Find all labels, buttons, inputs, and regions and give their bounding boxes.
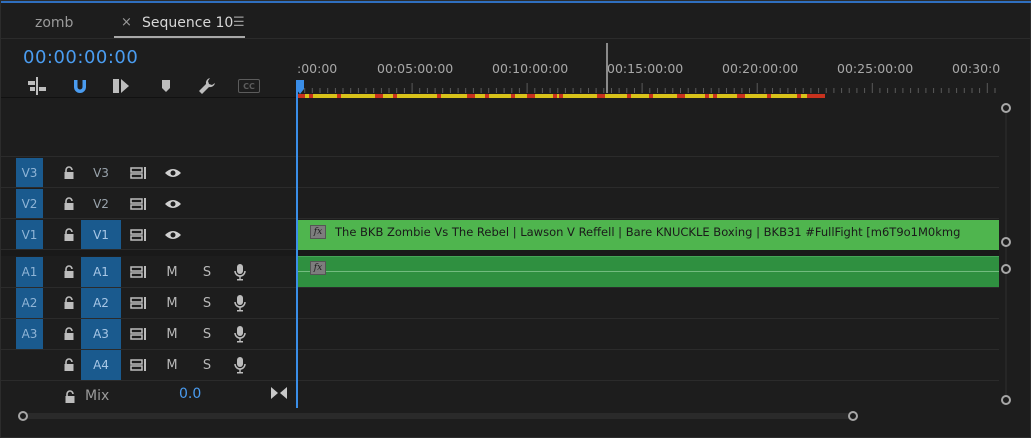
track-v2: V2 V2 [1,189,999,219]
sync-lock-icon[interactable] [129,257,149,287]
target-track-a4[interactable]: A4 [81,350,121,380]
solo-button[interactable]: S [199,350,215,380]
fx-badge: fx [310,225,326,239]
sync-lock-icon[interactable] [129,350,149,380]
zoom-handle-right[interactable] [848,411,858,421]
panel-focus-border [1,1,1031,3]
target-track-v1[interactable]: V1 [81,220,121,249]
lock-icon[interactable] [64,389,76,405]
mute-button[interactable]: M [164,257,180,287]
solo-button[interactable]: S [199,257,215,287]
target-track-a1[interactable]: A1 [81,257,121,287]
source-patch-v3[interactable]: V3 [16,158,43,187]
lock-icon[interactable] [61,319,77,349]
vertical-scroll-handle-bottom[interactable] [1001,395,1011,405]
sync-lock-icon[interactable] [129,189,149,218]
video-audio-scroll-handle[interactable] [1001,237,1011,247]
render-bar [297,94,825,98]
eye-icon[interactable] [162,158,184,187]
microphone-icon[interactable] [231,288,249,318]
sync-lock-icon[interactable] [129,220,149,249]
eye-icon[interactable] [162,189,184,218]
microphone-icon[interactable] [231,350,249,380]
fx-badge: fx [310,261,326,275]
sync-lock-icon[interactable] [129,319,149,349]
lock-icon[interactable] [61,350,77,380]
audio-volume-line[interactable] [298,271,999,272]
source-patch-a3[interactable]: A3 [16,319,43,349]
lock-icon[interactable] [61,158,77,187]
ruler-label: 00:30:0 [952,61,1001,76]
target-track-v2[interactable]: V2 [81,189,121,218]
mix-volume-value[interactable]: 0.0 [179,386,201,402]
target-track-a2[interactable]: A2 [81,288,121,318]
cc-label: CC [238,79,260,93]
track-a4: A4 M S [1,350,999,381]
insert-snap-icon[interactable] [24,73,50,99]
lock-icon[interactable] [61,288,77,318]
playhead-line[interactable] [296,83,298,408]
ruler-label: 00:20:00:00 [722,61,799,76]
header-divider [1,97,297,98]
tab-close-icon[interactable]: × [121,11,132,35]
source-patch-v2[interactable]: V2 [16,189,43,218]
magnet-snap-icon[interactable] [67,73,93,99]
mix-label: Mix [85,388,110,404]
tab-zomb[interactable]: zomb [35,11,73,35]
audio-scroll-handle-top[interactable] [1001,264,1011,274]
playhead-timecode[interactable]: 00:00:00:00 [23,47,138,68]
tab-sequence-10[interactable]: Sequence 10 [142,11,233,35]
mute-button[interactable]: M [164,350,180,380]
captions-cc-icon[interactable]: CC [236,73,262,99]
track-area-top-border [1,156,999,157]
microphone-icon[interactable] [231,319,249,349]
sync-lock-icon[interactable] [129,288,149,318]
playhead-handle-icon[interactable] [296,80,304,94]
mute-button[interactable]: M [164,288,180,318]
solo-button[interactable]: S [199,319,215,349]
mix-expand-icon[interactable] [270,385,288,399]
ruler-label: 00:25:00:00 [837,61,914,76]
zoom-handle-left[interactable] [18,411,28,421]
source-patch-a1[interactable]: A1 [16,257,43,287]
horizontal-scrollbar[interactable] [23,413,853,419]
linked-selection-icon[interactable] [108,73,134,99]
lock-icon[interactable] [61,220,77,249]
lock-icon[interactable] [61,189,77,218]
hover-cursor-line [606,43,608,93]
clip-name: The BKB Zombie Vs The Rebel | Lawson V R… [335,225,961,239]
audio-clip[interactable] [298,256,999,287]
track-a3: A3 A3 M S [1,319,999,350]
vertical-scroll-handle-top[interactable] [1001,103,1011,113]
source-patch-v1[interactable]: V1 [16,220,43,249]
ruler-label: 00:10:00:00 [492,61,569,76]
mute-button[interactable]: M [164,319,180,349]
add-marker-icon[interactable] [153,73,179,99]
sync-lock-icon[interactable] [129,158,149,187]
ruler-ticks[interactable] [297,83,997,93]
track-a2: A2 A2 M S [1,288,999,319]
microphone-icon[interactable] [231,257,249,287]
eye-icon[interactable] [162,220,184,249]
target-track-v3[interactable]: V3 [81,158,121,187]
ruler-label: 00:15:00:00 [607,61,684,76]
ruler-label: :00:00 [297,61,338,76]
timeline-panel: zomb × Sequence 10 ☰ 00:00:00:00 CC :00:… [0,0,1031,438]
settings-wrench-icon[interactable] [194,73,220,99]
source-patch-a2[interactable]: A2 [16,288,43,318]
lock-icon[interactable] [61,257,77,287]
tab-menu-icon[interactable]: ☰ [233,11,245,35]
ruler-label: 00:05:00:00 [377,61,454,76]
track-v3: V3 V3 [1,158,999,188]
solo-button[interactable]: S [199,288,215,318]
tabbar-divider [1,38,1031,39]
vertical-scrollbar-track[interactable] [1005,109,1007,401]
target-track-a3[interactable]: A3 [81,319,121,349]
